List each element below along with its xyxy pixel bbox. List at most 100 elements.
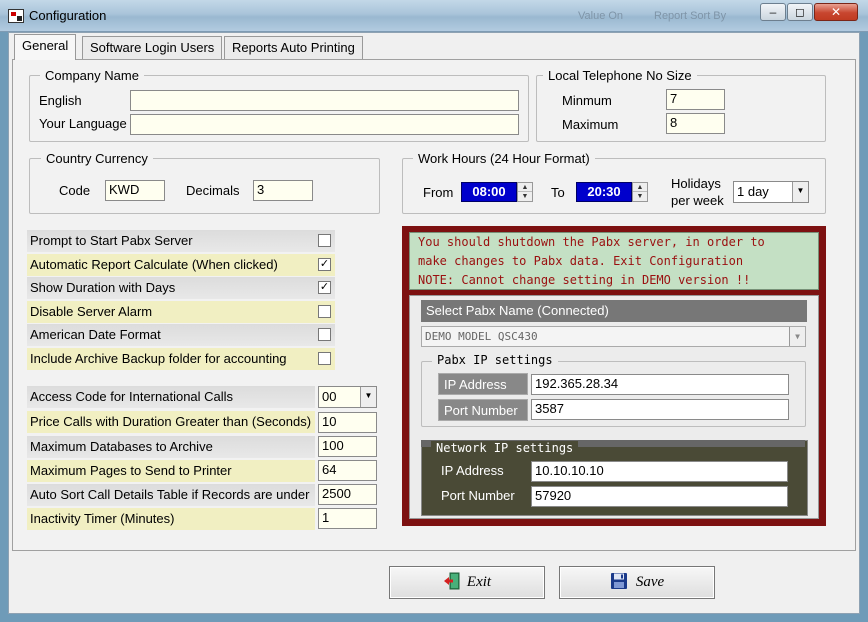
pabx-ip-input[interactable]: 192.365.28.34: [531, 374, 789, 395]
network-ip-legend: Network IP settings: [431, 441, 579, 455]
telephone-maximum-input[interactable]: 8: [666, 113, 725, 134]
per-week-label: per week: [671, 193, 724, 208]
network-port-label: Port Number: [441, 488, 515, 503]
spin-down-icon[interactable]: ▼: [633, 192, 647, 201]
currency-decimals-input[interactable]: 3: [253, 180, 313, 201]
option-label: Disable Server Alarm: [30, 304, 153, 319]
option-row[interactable]: Show Duration with Days ✓: [27, 277, 335, 299]
inactivity-timer-input[interactable]: 1: [318, 508, 377, 529]
price-duration-input[interactable]: 10: [318, 412, 377, 433]
spin-up-icon[interactable]: ▲: [633, 183, 647, 192]
window-title: Configuration: [29, 8, 107, 23]
pabx-port-input[interactable]: 3587: [531, 399, 789, 420]
chevron-down-icon[interactable]: ▼: [360, 387, 376, 407]
background-window-label: Value On: [578, 10, 624, 22]
option-checkbox[interactable]: [318, 234, 331, 247]
save-button[interactable]: Save: [559, 566, 715, 599]
option-checkbox[interactable]: ✓: [318, 281, 331, 294]
floppy-disk-icon: [610, 571, 628, 589]
option-row[interactable]: Disable Server Alarm: [27, 301, 335, 323]
option-checkbox[interactable]: [318, 328, 331, 341]
option-label: Show Duration with Days: [30, 280, 176, 295]
work-to-spinner[interactable]: ▲ ▼: [632, 182, 648, 202]
title-bar: Configuration Value On Report Sort By – …: [0, 0, 868, 32]
work-from-time[interactable]: 08:00: [461, 182, 517, 202]
pabx-ip-label: IP Address: [438, 373, 528, 395]
check-icon: ✓: [319, 258, 330, 270]
option-label: Include Archive Backup folder for accoun…: [30, 351, 287, 366]
your-language-label: Your Language: [39, 116, 127, 131]
holidays-dropdown[interactable]: 1 day ▼: [733, 181, 809, 203]
maximum-label: Maximum: [562, 117, 619, 132]
access-code-value: 00: [322, 389, 337, 404]
close-button[interactable]: ✕: [814, 3, 858, 21]
max-databases-input[interactable]: 100: [318, 436, 377, 457]
work-from-spinner[interactable]: ▲ ▼: [517, 182, 533, 202]
warning-line: make changes to Pabx data. Exit Configur…: [418, 254, 744, 268]
option-row[interactable]: Prompt to Start Pabx Server: [27, 230, 335, 252]
select-pabx-header: Select Pabx Name (Connected): [421, 300, 807, 322]
setting-label: Inactivity Timer (Minutes): [27, 508, 315, 530]
setting-label: Access Code for International Calls: [27, 386, 315, 408]
warning-note: NOTE: Cannot change setting in DEMO vers…: [418, 273, 751, 287]
company-name-legend: Company Name: [40, 68, 144, 83]
holidays-label: Holidays: [671, 176, 721, 191]
setting-label: Maximum Databases to Archive: [27, 436, 315, 458]
holidays-value: 1 day: [737, 184, 769, 199]
exit-button[interactable]: Exit: [389, 566, 545, 599]
currency-code-input[interactable]: KWD: [105, 180, 165, 201]
app-icon: [8, 9, 24, 23]
telephone-minimum-input[interactable]: 7: [666, 89, 725, 110]
setting-label: Price Calls with Duration Greater than (…: [27, 411, 315, 433]
pabx-name-dropdown[interactable]: DEMO MODEL QSC430 ▼: [421, 326, 806, 347]
chevron-down-icon[interactable]: ▼: [789, 327, 805, 346]
warning-line: You should shutdown the Pabx server, in …: [418, 235, 765, 249]
option-row[interactable]: Automatic Report Calculate (When clicked…: [27, 254, 335, 276]
decimals-label: Decimals: [186, 183, 240, 198]
minimize-button[interactable]: –: [760, 3, 786, 21]
max-pages-input[interactable]: 64: [318, 460, 377, 481]
network-port-input[interactable]: 57920: [531, 486, 788, 507]
option-checkbox[interactable]: ✓: [318, 258, 331, 271]
save-label: Save: [635, 574, 665, 590]
pabx-name-value: DEMO MODEL QSC430: [425, 330, 538, 343]
tab-general[interactable]: General: [14, 34, 77, 60]
company-english-input[interactable]: [130, 90, 519, 111]
chevron-down-icon[interactable]: ▼: [792, 182, 808, 202]
setting-label: Maximum Pages to Send to Printer: [27, 460, 315, 482]
option-checkbox[interactable]: [318, 352, 331, 365]
background-window-label: Report Sort By: [654, 10, 727, 22]
option-label: Automatic Report Calculate (When clicked…: [30, 257, 278, 272]
setting-label: Auto Sort Call Details Table if Records …: [27, 484, 315, 506]
from-label: From: [423, 185, 454, 200]
option-label: American Date Format: [30, 327, 161, 342]
pabx-ip-legend: Pabx IP settings: [432, 353, 558, 367]
option-row[interactable]: American Date Format: [27, 324, 335, 346]
to-label: To: [551, 185, 565, 200]
auto-sort-input[interactable]: 2500: [318, 484, 377, 505]
code-label: Code: [59, 183, 91, 198]
exit-icon: [443, 571, 460, 590]
check-icon: ✓: [319, 281, 330, 293]
network-ip-label: IP Address: [441, 463, 504, 478]
maximize-button[interactable]: ◻: [787, 3, 813, 21]
spin-up-icon[interactable]: ▲: [518, 183, 532, 192]
tab-software-login-users[interactable]: Software Login Users: [82, 36, 223, 60]
access-code-dropdown[interactable]: 00 ▼: [318, 386, 377, 408]
tab-reports-auto-printing[interactable]: Reports Auto Printing: [224, 36, 363, 60]
option-checkbox[interactable]: [318, 305, 331, 318]
maximize-icon: ◻: [795, 5, 805, 19]
work-to-time[interactable]: 20:30: [576, 182, 632, 202]
network-ip-input[interactable]: 10.10.10.10: [531, 461, 788, 482]
minimum-label: Minmum: [562, 93, 612, 108]
telephone-size-legend: Local Telephone No Size: [543, 68, 697, 83]
english-label: English: [39, 93, 82, 108]
warning-message-box: You should shutdown the Pabx server, in …: [409, 232, 819, 290]
exit-label: Exit: [466, 574, 492, 590]
option-label: Prompt to Start Pabx Server: [30, 233, 193, 248]
company-language-input[interactable]: [130, 114, 519, 135]
spin-down-icon[interactable]: ▼: [518, 192, 532, 201]
country-currency-legend: Country Currency: [41, 151, 153, 166]
minimize-icon: –: [769, 5, 777, 19]
option-row[interactable]: Include Archive Backup folder for accoun…: [27, 348, 335, 370]
